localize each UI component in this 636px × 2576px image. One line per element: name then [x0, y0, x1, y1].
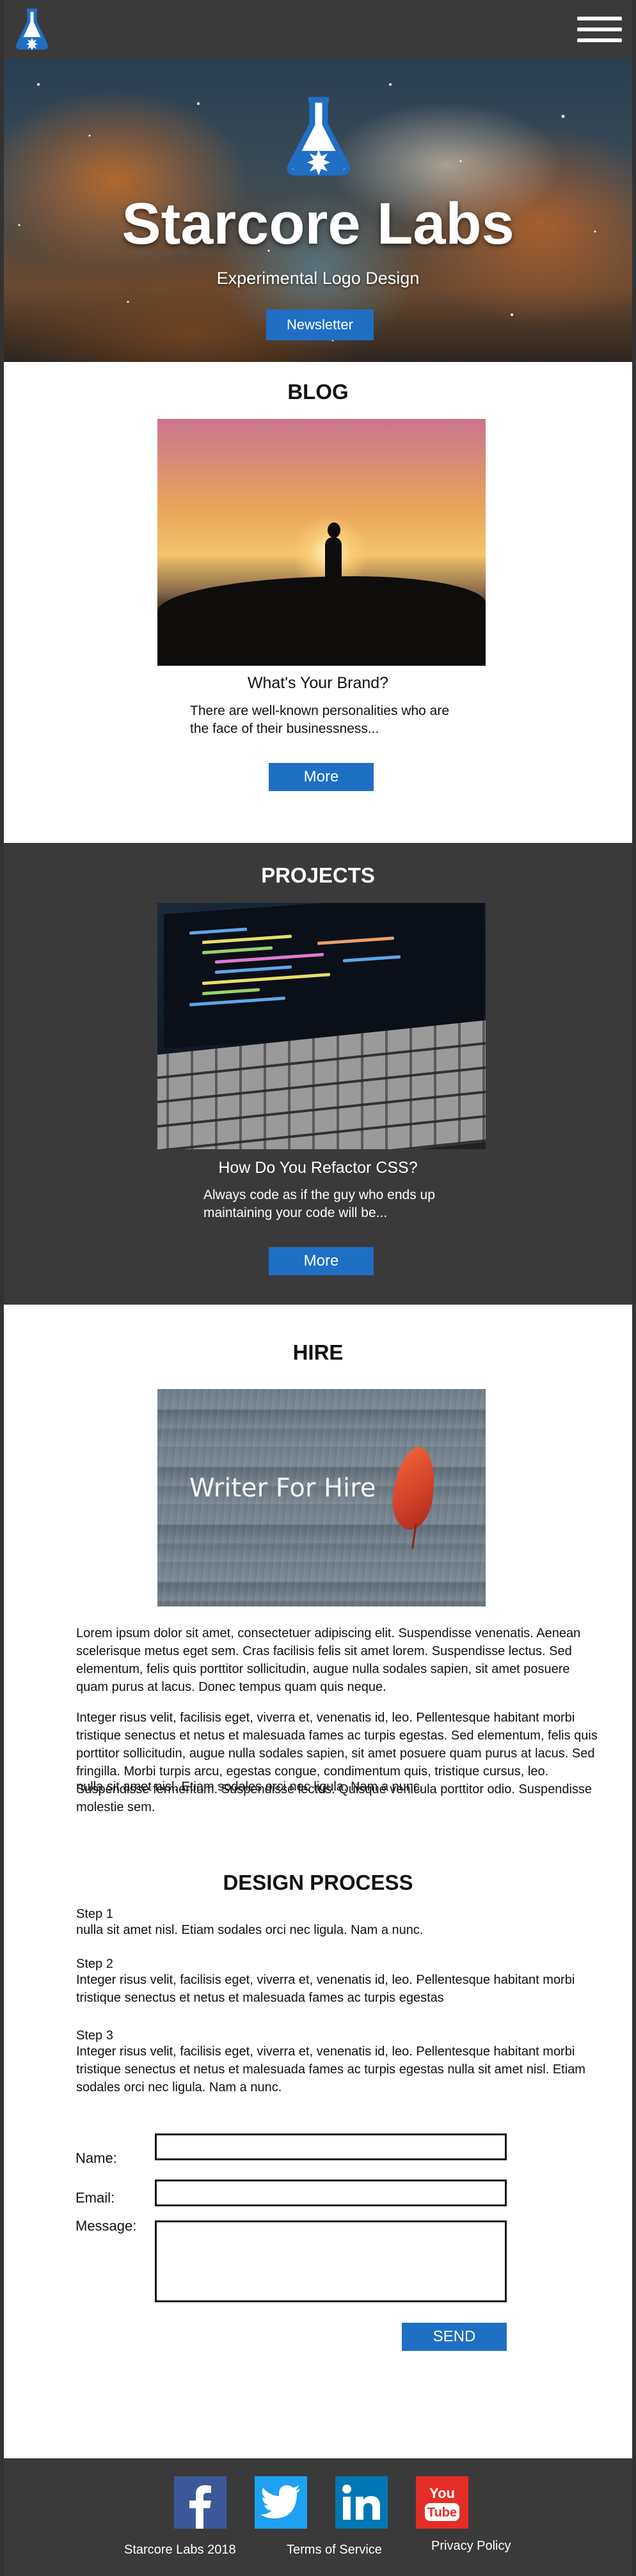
svg-text:Tube: Tube	[427, 2506, 457, 2520]
blog-post-excerpt: There are well-known personalities who a…	[190, 703, 450, 736]
blog-more-button[interactable]: More	[269, 763, 374, 791]
step-text: Integer risus velit, facilisis eget, viv…	[76, 1973, 575, 2005]
name-field[interactable]	[155, 2133, 507, 2160]
privacy-policy-link[interactable]: Privacy Policy	[431, 2539, 511, 2554]
flask-logo-icon[interactable]	[15, 8, 49, 50]
hire-image-text: Writer For Hire	[189, 1473, 376, 1503]
email-label: Email:	[76, 2190, 115, 2206]
svg-text:You: You	[429, 2485, 455, 2501]
projects-heading: PROJECTS	[261, 863, 375, 887]
name-label: Name:	[76, 2150, 117, 2166]
terms-of-service-link[interactable]: Terms of Service	[287, 2543, 382, 2557]
step-text: nulla sit amet nisl. Etiam sodales orci …	[76, 1923, 424, 1937]
blog-heading: BLOG	[287, 380, 349, 404]
message-field[interactable]	[155, 2220, 507, 2302]
step-label: Step 2	[76, 1957, 113, 1971]
copyright-text: Starcore Labs 2018	[124, 2543, 236, 2557]
projects-post-excerpt: Always code as if the guy who ends up ma…	[203, 1188, 435, 1220]
linkedin-glyph	[342, 2485, 380, 2520]
linkedin-icon[interactable]	[335, 2476, 388, 2529]
step-label: Step 3	[76, 2029, 113, 2043]
hire-paragraph: Integer risus velit, facilisis eget, viv…	[76, 1711, 598, 1814]
hire-heading: HIRE	[292, 1340, 344, 1364]
newsletter-button[interactable]: Newsletter	[266, 310, 374, 340]
email-field[interactable]	[155, 2179, 507, 2206]
design-process-heading: DESIGN PROCESS	[223, 1871, 413, 1894]
facebook-icon[interactable]	[174, 2476, 227, 2529]
blog-post-image[interactable]	[157, 419, 486, 666]
youtube-icon[interactable]: You Tube	[416, 2476, 468, 2529]
hire-paragraph: nulla sit amet nisl. Etiam sodales orci …	[76, 1780, 424, 1794]
footer	[0, 2458, 636, 2576]
top-bar	[0, 0, 636, 59]
projects-post-title[interactable]: How Do You Refactor CSS?	[0, 1159, 636, 1177]
twitter-icon[interactable]	[255, 2476, 307, 2529]
site-subtitle: Experimental Logo Design	[216, 269, 420, 288]
step-label: Step 1	[76, 1907, 113, 1921]
hire-paragraph: Lorem ipsum dolor sit amet, consectetuer…	[76, 1626, 581, 1694]
blog-post-title[interactable]: What's Your Brand?	[0, 674, 636, 693]
youtube-glyph: You Tube	[425, 2485, 459, 2521]
flask-logo-icon	[287, 97, 351, 176]
hire-image: Writer For Hire	[157, 1389, 486, 1606]
twitter-bird-glyph	[260, 2485, 300, 2518]
projects-post-image[interactable]	[157, 903, 486, 1149]
send-button[interactable]: SEND	[402, 2323, 507, 2351]
projects-more-button[interactable]: More	[269, 1247, 374, 1275]
hamburger-menu-icon[interactable]	[577, 17, 622, 42]
site-title: Starcore Labs	[122, 191, 514, 256]
hero-banner: Starcore Labs Experimental Logo Design N…	[0, 59, 636, 362]
message-label: Message:	[76, 2218, 137, 2234]
step-text: Integer risus velit, facilisis eget, viv…	[76, 2045, 585, 2094]
facebook-glyph	[189, 2485, 211, 2529]
